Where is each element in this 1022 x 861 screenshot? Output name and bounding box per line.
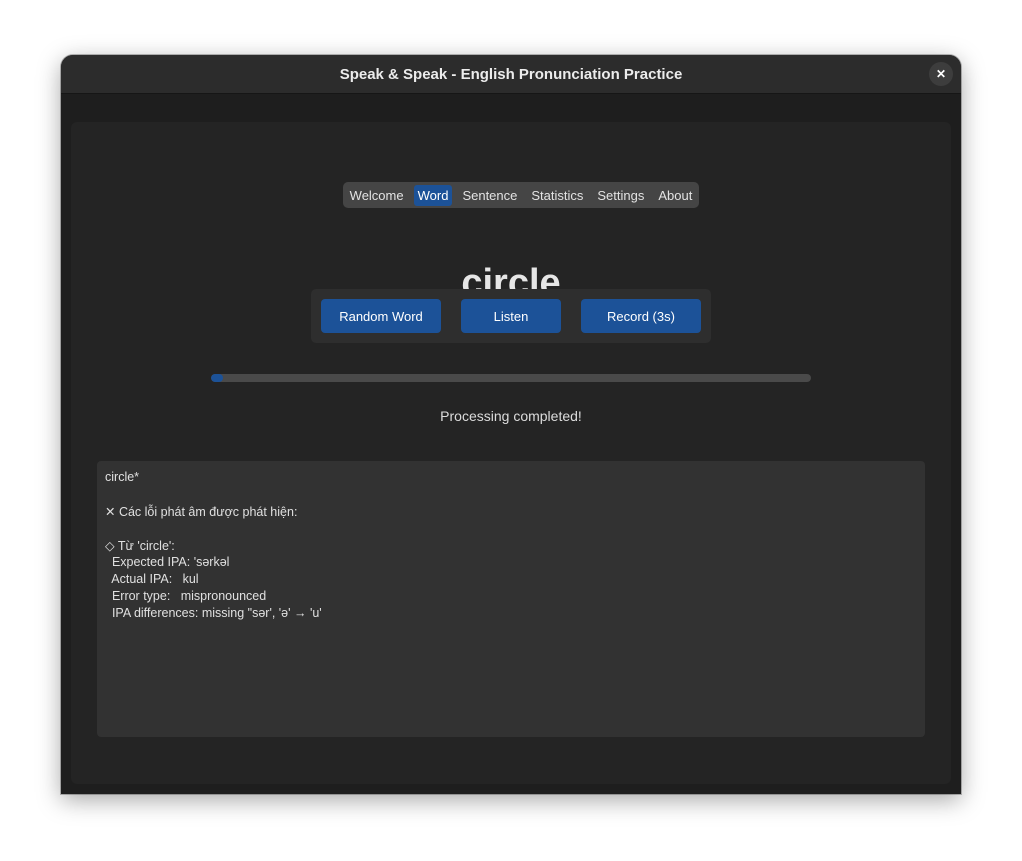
close-icon: ✕	[935, 67, 947, 81]
main-panel: Welcome Word Sentence Statistics Setting…	[71, 122, 951, 784]
action-button-group: Random Word Listen Record (3s)	[311, 289, 711, 343]
error-type: Error type: mispronounced	[105, 589, 267, 603]
progress-fill	[211, 374, 223, 382]
tab-statistics[interactable]: Statistics	[527, 185, 587, 206]
ipa-differences: IPA differences: missing "sər', 'ə' → 'u…	[105, 606, 322, 620]
close-button[interactable]: ✕	[929, 62, 953, 86]
actual-ipa: Actual IPA: kul	[105, 572, 199, 586]
window-title: Speak & Speak - English Pronunciation Pr…	[339, 65, 683, 83]
result-textbox[interactable]: circle* ✕ Các lỗi phát âm được phát hiện…	[97, 461, 925, 737]
expected-ipa: Expected IPA: 'sərkəl	[105, 555, 230, 569]
tab-bar: Welcome Word Sentence Statistics Setting…	[343, 182, 699, 208]
tab-sentence[interactable]: Sentence	[458, 185, 521, 206]
record-button[interactable]: Record (3s)	[581, 299, 701, 333]
result-heading: circle*	[105, 470, 140, 484]
tab-settings[interactable]: Settings	[593, 185, 648, 206]
progress-bar	[211, 374, 811, 382]
errors-title: ✕ Các lỗi phát âm được phát hiện:	[105, 505, 298, 519]
tab-welcome[interactable]: Welcome	[346, 185, 408, 206]
listen-button[interactable]: Listen	[461, 299, 561, 333]
tab-word[interactable]: Word	[413, 184, 453, 206]
tab-about[interactable]: About	[654, 185, 696, 206]
status-text: Processing completed!	[440, 408, 582, 424]
app-window: Speak & Speak - English Pronunciation Pr…	[61, 55, 961, 794]
word-item: ◇ Từ 'circle':	[105, 539, 175, 553]
random-word-button[interactable]: Random Word	[321, 299, 441, 333]
title-bar[interactable]: Speak & Speak - English Pronunciation Pr…	[61, 55, 961, 94]
